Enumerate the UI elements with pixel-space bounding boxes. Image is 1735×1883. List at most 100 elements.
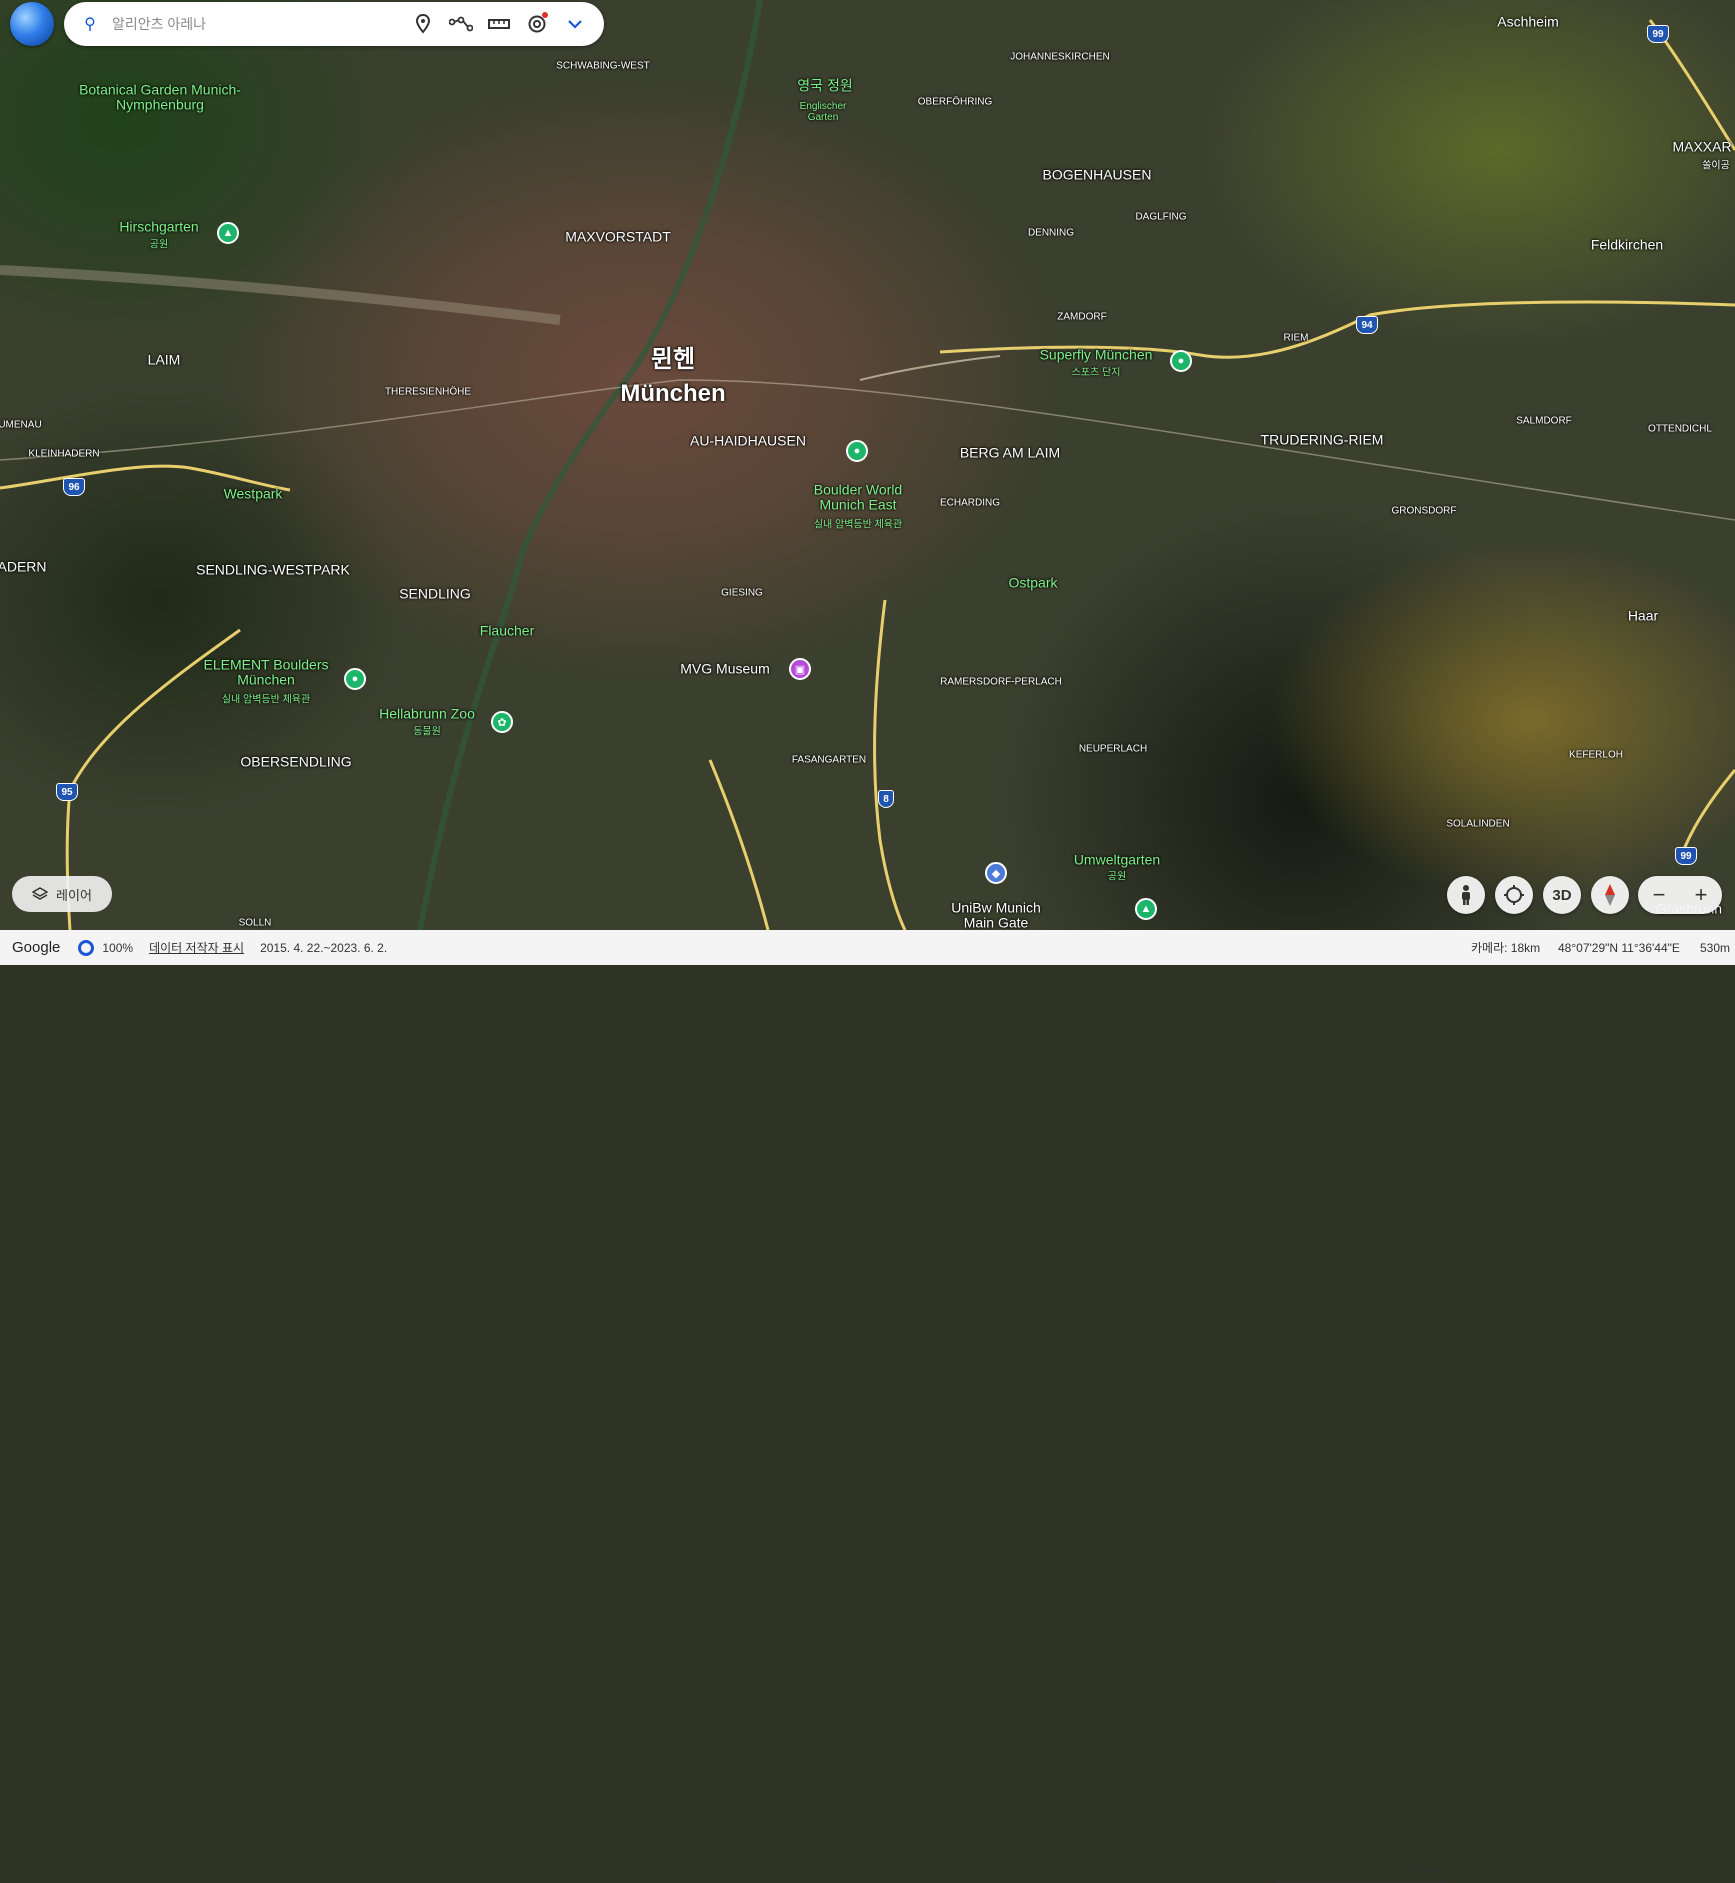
district-label: ZAMDORF xyxy=(1057,311,1107,323)
gym-marker[interactable]: ● xyxy=(344,668,366,690)
scale-bar[interactable]: 2,000m xyxy=(1276,1864,1448,1883)
poi-label: MVG Museum xyxy=(680,660,770,677)
park-label: Flaucher xyxy=(479,622,535,639)
poi-label: Boulder World Munich East xyxy=(813,481,903,513)
layers-button[interactable]: 레이어 xyxy=(12,876,112,912)
compass-icon xyxy=(1605,884,1615,906)
park-marker[interactable]: ▲ xyxy=(217,222,239,244)
park-label: Westpark xyxy=(223,485,283,502)
town-label: Aschheim xyxy=(1497,13,1559,30)
search-bar: ⚲ xyxy=(64,2,604,46)
district-label: SOLALINDEN xyxy=(1446,818,1510,830)
park-label: Umweltgarten xyxy=(1073,851,1161,868)
district-label: SOLLN xyxy=(238,917,272,929)
history-icon[interactable] xyxy=(518,5,556,43)
museum-marker[interactable]: ▣ xyxy=(789,658,811,680)
park-label: 공원 xyxy=(149,239,169,251)
ruler-icon[interactable] xyxy=(480,5,518,43)
pegman-icon xyxy=(1462,885,1470,905)
district-label: KEFERLOH xyxy=(1569,749,1623,761)
gym-marker[interactable]: ● xyxy=(846,440,868,462)
district-label: MAXVORSTADT xyxy=(565,228,671,245)
notification-dot xyxy=(542,12,548,18)
district-label: ECHARDING xyxy=(939,497,1001,509)
district-label: LAIM xyxy=(147,351,181,368)
satellite-map[interactable]: SCHWABING-WEST 영국 정원 Englischer Garten O… xyxy=(0,0,1735,930)
district-label: OBERFÖHRING xyxy=(917,96,993,108)
district-label: NEUPERLACH xyxy=(1078,743,1148,755)
place-label: MAXXAR xyxy=(1672,138,1732,155)
town-label: Haar xyxy=(1627,607,1659,624)
search-input[interactable] xyxy=(110,15,344,33)
district-label: GIESING xyxy=(721,587,763,599)
poi-label: Superfly München xyxy=(1039,346,1153,363)
poi-label: 실내 암벽등반 체육관 xyxy=(813,519,903,531)
street-view-button[interactable] xyxy=(1447,876,1485,914)
status-bar: Google 100% 데이터 저작자 표시 2015. 4. 22.~2023… xyxy=(0,930,1735,1883)
district-label: BERG AM LAIM xyxy=(959,444,1061,461)
district-label: DENNING xyxy=(1027,227,1075,239)
district-label: GRONSDORF xyxy=(1391,505,1457,517)
district-label: FASANGARTEN xyxy=(791,754,867,766)
district-label: BOGENHAUSEN xyxy=(1042,166,1152,183)
path-icon[interactable] xyxy=(442,5,480,43)
district-label: DAGLFING xyxy=(1135,211,1187,223)
park-label: Hirschgarten xyxy=(119,218,199,235)
layers-icon xyxy=(32,887,49,900)
district-label: ADERN xyxy=(0,558,47,575)
crosshair-icon xyxy=(1504,885,1524,905)
park-label: 영국 정원 xyxy=(797,77,853,94)
compass-button[interactable] xyxy=(1591,876,1629,914)
zoom-in-button[interactable]: + xyxy=(1695,882,1708,908)
district-label: SENDLING-WESTPARK xyxy=(196,561,350,578)
district-label: SALMDORF xyxy=(1516,415,1572,427)
district-label: AU-HAIDHAUSEN xyxy=(690,432,806,449)
chevron-down-icon[interactable] xyxy=(556,5,594,43)
park-label: Botanical Garden Munich-Nymphenburg xyxy=(79,81,241,113)
elevation: 530m xyxy=(1700,940,1731,955)
district-label: UMENAU xyxy=(0,419,42,431)
poi-label: 스포츠 단지 xyxy=(1071,367,1121,379)
poi-label: ELEMENT Boulders München xyxy=(203,656,329,688)
road-network xyxy=(0,0,1735,930)
poi-label: 동물원 xyxy=(413,726,441,738)
park-label: Englischer Garten xyxy=(799,101,847,123)
sports-marker[interactable]: ● xyxy=(1170,350,1192,372)
zoo-marker[interactable]: ✿ xyxy=(491,711,513,733)
park-label: Ostpark xyxy=(1008,574,1058,591)
district-label: OTTENDICHL xyxy=(1648,423,1712,435)
poi-label: 실내 암벽등반 체육관 xyxy=(221,694,311,706)
my-location-button[interactable] xyxy=(1495,876,1533,914)
search-icon[interactable]: ⚲ xyxy=(80,14,100,34)
highway-shield: 8 xyxy=(878,790,894,808)
university-marker[interactable]: ◆ xyxy=(985,862,1007,884)
earth-logo-icon[interactable] xyxy=(10,2,54,46)
district-label: THERESIENHÖHE xyxy=(384,386,472,398)
highway-shield: 94 xyxy=(1356,316,1378,334)
zoom-out-button[interactable]: − xyxy=(1653,882,1666,908)
3d-toggle-button[interactable]: 3D xyxy=(1543,876,1581,914)
district-label: OBERSENDLING xyxy=(240,753,352,770)
district-label: KLEINHADERN xyxy=(28,448,100,460)
highway-shield: 96 xyxy=(63,478,85,496)
district-label: RIEM xyxy=(1283,332,1309,344)
district-label: RAMERSDORF-PERLACH xyxy=(940,676,1062,688)
scale-label: 2,000m xyxy=(1404,1864,1441,1876)
google-logo: Google xyxy=(12,939,61,956)
park-label: 공원 xyxy=(1107,871,1127,883)
loading-ring-icon xyxy=(78,939,95,956)
highway-shield: 99 xyxy=(1647,25,1669,43)
park-marker[interactable]: ▲ xyxy=(1135,898,1157,920)
district-label: SENDLING xyxy=(399,585,471,602)
coordinates: 48°07'29"N 11°36'44"E xyxy=(1558,940,1680,955)
district-label: JOHANNESKIRCHEN xyxy=(1010,51,1110,63)
imagery-dates: 2015. 4. 22.~2023. 6. 2. xyxy=(260,940,388,955)
city-label: München xyxy=(620,379,726,407)
data-attribution-link[interactable]: 데이터 저작자 표시 xyxy=(149,939,244,956)
poi-label: Hellabrunn Zoo xyxy=(379,705,475,722)
poi-label: UniBw Munich Main Gate xyxy=(951,899,1041,930)
map-pin-icon[interactable] xyxy=(404,5,442,43)
town-label: Feldkirchen xyxy=(1590,236,1664,253)
district-label: TRUDERING-RIEM xyxy=(1260,431,1384,448)
district-label: SCHWABING-WEST xyxy=(556,60,650,72)
